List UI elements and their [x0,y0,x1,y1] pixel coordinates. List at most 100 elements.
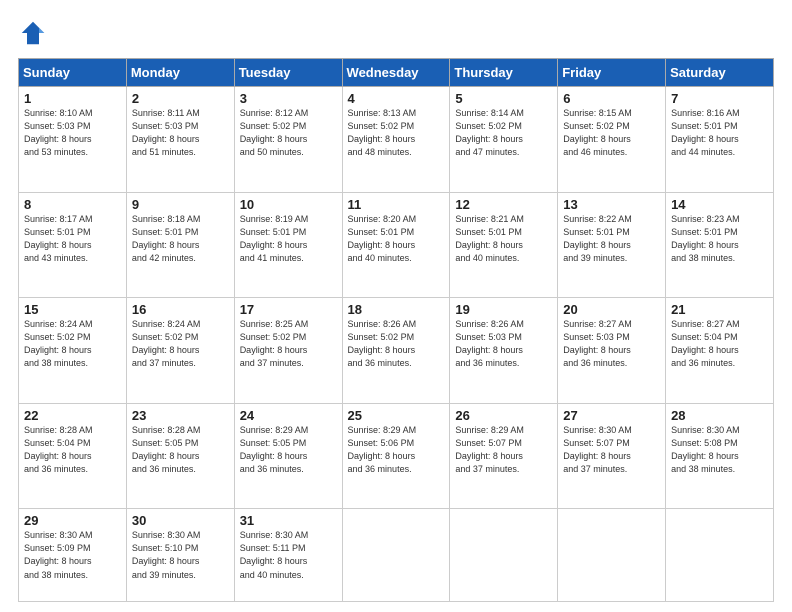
day-number: 12 [455,197,552,212]
calendar-cell [666,509,774,602]
cell-info: Sunrise: 8:29 AM Sunset: 5:05 PM Dayligh… [240,424,337,476]
cell-info: Sunrise: 8:26 AM Sunset: 5:03 PM Dayligh… [455,318,552,370]
calendar-cell: 24Sunrise: 8:29 AM Sunset: 5:05 PM Dayli… [234,403,342,509]
cell-info: Sunrise: 8:21 AM Sunset: 5:01 PM Dayligh… [455,213,552,265]
cell-info: Sunrise: 8:16 AM Sunset: 5:01 PM Dayligh… [671,107,768,159]
calendar-cell: 17Sunrise: 8:25 AM Sunset: 5:02 PM Dayli… [234,298,342,404]
calendar-cell: 5Sunrise: 8:14 AM Sunset: 5:02 PM Daylig… [450,87,558,193]
header [18,18,774,48]
calendar-cell: 14Sunrise: 8:23 AM Sunset: 5:01 PM Dayli… [666,192,774,298]
cell-info: Sunrise: 8:10 AM Sunset: 5:03 PM Dayligh… [24,107,121,159]
cell-info: Sunrise: 8:26 AM Sunset: 5:02 PM Dayligh… [348,318,445,370]
calendar-cell: 27Sunrise: 8:30 AM Sunset: 5:07 PM Dayli… [558,403,666,509]
day-number: 30 [132,513,229,528]
day-number: 3 [240,91,337,106]
cell-info: Sunrise: 8:27 AM Sunset: 5:03 PM Dayligh… [563,318,660,370]
day-number: 2 [132,91,229,106]
cell-info: Sunrise: 8:12 AM Sunset: 5:02 PM Dayligh… [240,107,337,159]
col-header-friday: Friday [558,59,666,87]
col-header-tuesday: Tuesday [234,59,342,87]
cell-info: Sunrise: 8:24 AM Sunset: 5:02 PM Dayligh… [132,318,229,370]
calendar-cell: 3Sunrise: 8:12 AM Sunset: 5:02 PM Daylig… [234,87,342,193]
day-number: 8 [24,197,121,212]
page: SundayMondayTuesdayWednesdayThursdayFrid… [0,0,792,612]
col-header-sunday: Sunday [19,59,127,87]
calendar-cell: 28Sunrise: 8:30 AM Sunset: 5:08 PM Dayli… [666,403,774,509]
calendar-cell: 23Sunrise: 8:28 AM Sunset: 5:05 PM Dayli… [126,403,234,509]
calendar-cell: 25Sunrise: 8:29 AM Sunset: 5:06 PM Dayli… [342,403,450,509]
calendar-cell [450,509,558,602]
cell-info: Sunrise: 8:28 AM Sunset: 5:04 PM Dayligh… [24,424,121,476]
cell-info: Sunrise: 8:20 AM Sunset: 5:01 PM Dayligh… [348,213,445,265]
day-number: 13 [563,197,660,212]
cell-info: Sunrise: 8:13 AM Sunset: 5:02 PM Dayligh… [348,107,445,159]
calendar-cell: 2Sunrise: 8:11 AM Sunset: 5:03 PM Daylig… [126,87,234,193]
cell-info: Sunrise: 8:25 AM Sunset: 5:02 PM Dayligh… [240,318,337,370]
col-header-monday: Monday [126,59,234,87]
day-number: 10 [240,197,337,212]
col-header-thursday: Thursday [450,59,558,87]
calendar-header: SundayMondayTuesdayWednesdayThursdayFrid… [19,59,774,87]
logo [18,18,52,48]
week-row-2: 8Sunrise: 8:17 AM Sunset: 5:01 PM Daylig… [19,192,774,298]
day-number: 22 [24,408,121,423]
cell-info: Sunrise: 8:15 AM Sunset: 5:02 PM Dayligh… [563,107,660,159]
calendar-cell: 20Sunrise: 8:27 AM Sunset: 5:03 PM Dayli… [558,298,666,404]
day-number: 27 [563,408,660,423]
cell-info: Sunrise: 8:18 AM Sunset: 5:01 PM Dayligh… [132,213,229,265]
day-number: 14 [671,197,768,212]
calendar-cell: 11Sunrise: 8:20 AM Sunset: 5:01 PM Dayli… [342,192,450,298]
day-number: 25 [348,408,445,423]
day-number: 18 [348,302,445,317]
cell-info: Sunrise: 8:30 AM Sunset: 5:09 PM Dayligh… [24,529,121,581]
day-number: 5 [455,91,552,106]
cell-info: Sunrise: 8:19 AM Sunset: 5:01 PM Dayligh… [240,213,337,265]
cell-info: Sunrise: 8:30 AM Sunset: 5:10 PM Dayligh… [132,529,229,581]
calendar-cell: 16Sunrise: 8:24 AM Sunset: 5:02 PM Dayli… [126,298,234,404]
cell-info: Sunrise: 8:30 AM Sunset: 5:11 PM Dayligh… [240,529,337,581]
day-number: 26 [455,408,552,423]
calendar-cell: 30Sunrise: 8:30 AM Sunset: 5:10 PM Dayli… [126,509,234,602]
calendar-cell [558,509,666,602]
calendar-cell: 4Sunrise: 8:13 AM Sunset: 5:02 PM Daylig… [342,87,450,193]
week-row-1: 1Sunrise: 8:10 AM Sunset: 5:03 PM Daylig… [19,87,774,193]
day-number: 31 [240,513,337,528]
cell-info: Sunrise: 8:22 AM Sunset: 5:01 PM Dayligh… [563,213,660,265]
day-number: 7 [671,91,768,106]
cell-info: Sunrise: 8:14 AM Sunset: 5:02 PM Dayligh… [455,107,552,159]
day-number: 20 [563,302,660,317]
cell-info: Sunrise: 8:27 AM Sunset: 5:04 PM Dayligh… [671,318,768,370]
day-number: 9 [132,197,229,212]
day-number: 24 [240,408,337,423]
logo-icon [18,18,48,48]
calendar-cell: 21Sunrise: 8:27 AM Sunset: 5:04 PM Dayli… [666,298,774,404]
cell-info: Sunrise: 8:23 AM Sunset: 5:01 PM Dayligh… [671,213,768,265]
calendar-cell: 26Sunrise: 8:29 AM Sunset: 5:07 PM Dayli… [450,403,558,509]
day-number: 15 [24,302,121,317]
cell-info: Sunrise: 8:28 AM Sunset: 5:05 PM Dayligh… [132,424,229,476]
calendar-table: SundayMondayTuesdayWednesdayThursdayFrid… [18,58,774,602]
cell-info: Sunrise: 8:29 AM Sunset: 5:07 PM Dayligh… [455,424,552,476]
col-header-saturday: Saturday [666,59,774,87]
calendar-cell: 22Sunrise: 8:28 AM Sunset: 5:04 PM Dayli… [19,403,127,509]
calendar-cell: 1Sunrise: 8:10 AM Sunset: 5:03 PM Daylig… [19,87,127,193]
calendar-cell: 9Sunrise: 8:18 AM Sunset: 5:01 PM Daylig… [126,192,234,298]
calendar-cell: 7Sunrise: 8:16 AM Sunset: 5:01 PM Daylig… [666,87,774,193]
day-number: 29 [24,513,121,528]
week-row-3: 15 Sunrise: 8:24 AM Sunset: 5:02 PM Dayli… [19,298,774,404]
calendar-cell: 13Sunrise: 8:22 AM Sunset: 5:01 PM Dayli… [558,192,666,298]
day-number: 17 [240,302,337,317]
calendar-cell: 29Sunrise: 8:30 AM Sunset: 5:09 PM Dayli… [19,509,127,602]
day-number: 19 [455,302,552,317]
calendar-cell [342,509,450,602]
calendar-cell: 15Sunrise: 8:24 AM Sunset: 5:02 PM Dayli… [19,298,127,404]
day-number: 28 [671,408,768,423]
day-number: 16 [132,302,229,317]
header-row: SundayMondayTuesdayWednesdayThursdayFrid… [19,59,774,87]
cell-info: Sunrise: 8:11 AM Sunset: 5:03 PM Dayligh… [132,107,229,159]
calendar-cell: 10Sunrise: 8:19 AM Sunset: 5:01 PM Dayli… [234,192,342,298]
cell-info: Sunrise: 8:29 AM Sunset: 5:06 PM Dayligh… [348,424,445,476]
col-header-wednesday: Wednesday [342,59,450,87]
day-number: 11 [348,197,445,212]
calendar-cell: 12Sunrise: 8:21 AM Sunset: 5:01 PM Dayli… [450,192,558,298]
